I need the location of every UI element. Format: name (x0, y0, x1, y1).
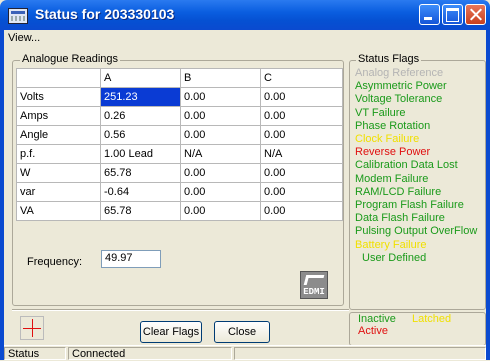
analogue-readings-label: Analogue Readings (20, 53, 121, 65)
table-cell[interactable]: 251.23 (100, 87, 181, 107)
window-frame-left (0, 30, 4, 360)
table-cell[interactable]: 0.00 (180, 106, 261, 126)
status-flag-item: VT Failure (355, 106, 406, 119)
table-header-cell: C (260, 68, 343, 88)
table-cell[interactable]: 0.00 (260, 182, 343, 202)
status-flag-item: Modem Failure (355, 172, 429, 185)
table-row: Volts 251.23 0.00 0.00 (16, 87, 343, 107)
table-cell[interactable]: 0.00 (260, 201, 343, 221)
table-cell[interactable]: 0.56 (100, 125, 181, 145)
crosshair-v (32, 319, 33, 337)
status-flag-item: Calibration Data Lost (355, 159, 458, 172)
status-flag-item: Data Flash Failure (355, 212, 445, 225)
menu-bar: View... (4, 30, 486, 48)
table-cell[interactable]: 0.00 (260, 163, 343, 183)
legend-active: Active (358, 325, 388, 337)
frequency-label: Frequency: (27, 256, 83, 268)
menu-view[interactable]: View... (8, 32, 40, 44)
table-row: var -0.64 0.00 0.00 (16, 182, 343, 202)
status-flag-item: RAM/LCD Failure (355, 185, 442, 198)
table-row: VA 65.78 0.00 0.00 (16, 201, 343, 221)
table-header-row: ABC (16, 68, 343, 88)
table-cell[interactable]: 0.00 (180, 182, 261, 202)
table-row-header: W (16, 163, 101, 183)
window-frame-right (486, 30, 490, 360)
legend-latched: Latched (412, 313, 452, 325)
status-flag-item: Analog Reference (355, 67, 444, 79)
table-cell[interactable]: 65.78 (100, 201, 181, 221)
table-cell[interactable]: 1.00 Lead (100, 144, 181, 164)
frequency-value: 49.97 (101, 250, 161, 268)
table-cell[interactable]: 0.00 (260, 87, 343, 107)
status-flag-item: Asymmetric Power (355, 80, 447, 93)
table-row-header: Amps (16, 106, 101, 126)
status-flag-item: User Defined (362, 251, 427, 264)
status-flag-item: Clock Failure (355, 133, 420, 145)
status-flag-item: Program Flash Failure (355, 199, 464, 211)
close-label: Close (227, 326, 257, 338)
table-cell[interactable]: 0.00 (180, 163, 261, 183)
status-bar-panel (234, 347, 486, 360)
status-flags-label: Status Flags (356, 53, 422, 65)
status-label: Status (4, 347, 66, 360)
table-row-header: var (16, 182, 101, 202)
table-cell[interactable]: -0.64 (100, 182, 181, 202)
table-row-header: Angle (16, 125, 101, 145)
table-header-cell: A (100, 68, 181, 88)
clear-flags-button[interactable]: Clear Flags (140, 321, 202, 343)
table-cell[interactable]: 0.00 (260, 106, 343, 126)
table-row-header: Volts (16, 87, 101, 107)
app-icon[interactable] (8, 8, 28, 24)
bottom-divider (12, 309, 349, 311)
clear-flags-label: Clear Flags (142, 326, 200, 338)
title-bar[interactable]: Status for 203330103 (0, 0, 490, 30)
status-bar: Status Connected (4, 345, 486, 361)
edmi-logo-text: EDMI (303, 287, 325, 297)
status-flag-item: Reverse Power (355, 146, 431, 159)
table-row: Angle 0.56 0.00 0.00 (16, 125, 343, 145)
status-flag-item: Pulsing Output OverFlow (355, 225, 478, 238)
table-cell[interactable]: N/A (260, 144, 343, 164)
status-flag-item: Battery Failure (355, 238, 427, 251)
table-row: W 65.78 0.00 0.00 (16, 163, 343, 183)
window-title: Status for 203330103 (35, 6, 175, 22)
table-cell[interactable]: 0.00 (180, 201, 261, 221)
table-cell[interactable]: 0.26 (100, 106, 181, 126)
close-window-button[interactable] (465, 4, 486, 25)
legend-inactive: Inactive (358, 313, 396, 325)
readings-table: A B C Volts 251.23 0.00 0.00 Amps 0.26 0.00 0.00 An… (16, 68, 343, 221)
table-row: Amps 0.26 0.00 0.00 (16, 106, 343, 126)
status-flag-item: Phase Rotation (355, 119, 431, 132)
connection-status: Connected (68, 347, 232, 360)
edmi-logo: EDMI (300, 271, 328, 299)
table-row-header: VA (16, 201, 101, 221)
crosshair-icon[interactable] (20, 316, 44, 340)
table-header-cell (16, 68, 101, 88)
table-header-cell: B (180, 68, 261, 88)
table-row: p.f. 1.00 Lead N/A N/A (16, 144, 343, 164)
table-cell[interactable]: 0.00 (260, 125, 343, 145)
table-cell[interactable]: 0.00 (180, 87, 261, 107)
table-cell[interactable]: N/A (180, 144, 261, 164)
maximize-button[interactable] (442, 4, 463, 25)
table-row-header: p.f. (16, 144, 101, 164)
close-button[interactable]: Close (214, 321, 270, 343)
minimize-button[interactable] (419, 4, 440, 25)
table-cell[interactable]: 0.00 (180, 125, 261, 145)
edmi-logo-mark (303, 275, 325, 285)
status-flag-item: Voltage Tolerance (355, 93, 443, 106)
table-cell[interactable]: 65.78 (100, 163, 181, 183)
